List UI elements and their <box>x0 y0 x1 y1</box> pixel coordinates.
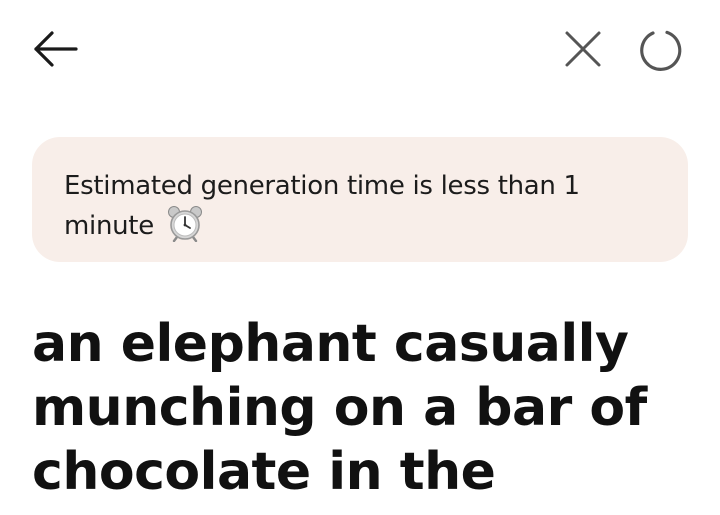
estimate-notice-text: Estimated generation time is less than 1… <box>64 168 658 244</box>
alarm-clock-icon <box>166 204 204 243</box>
back-button[interactable] <box>30 26 82 72</box>
close-icon <box>565 31 601 67</box>
arrow-left-icon <box>34 31 78 67</box>
refresh-button[interactable] <box>636 24 688 76</box>
refresh-spinner-icon <box>640 30 682 71</box>
top-bar <box>0 0 720 100</box>
estimate-text: Estimated generation time is less than 1… <box>64 171 580 241</box>
close-button[interactable] <box>560 26 606 72</box>
prompt-title: an elephant casually munching on a bar o… <box>32 314 647 502</box>
estimate-notice: Estimated generation time is less than 1… <box>32 137 688 262</box>
